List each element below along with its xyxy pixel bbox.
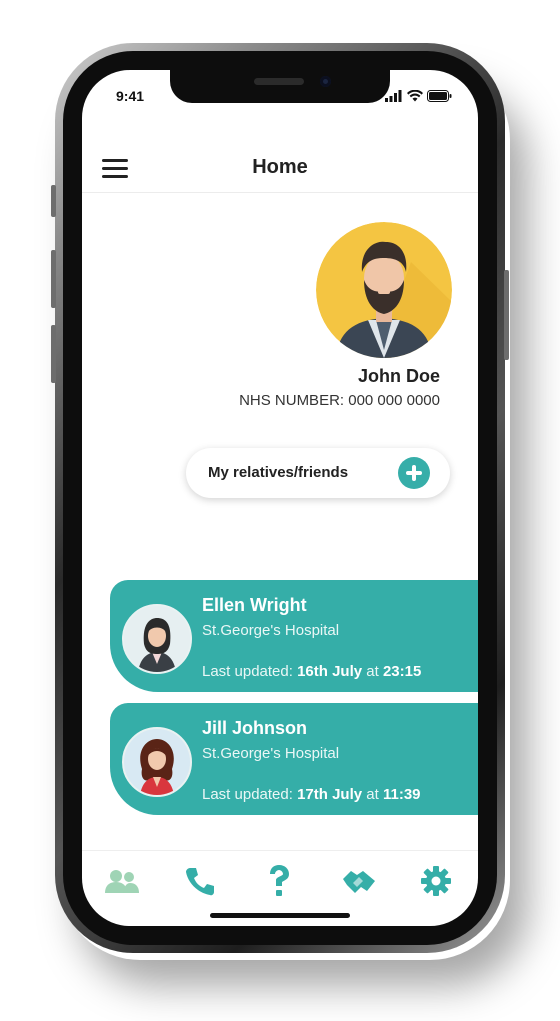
side-button <box>51 325 56 383</box>
side-button <box>51 250 56 308</box>
app-header: Home <box>82 130 478 193</box>
relatives-friends-button[interactable]: My relatives/friends <box>186 448 450 498</box>
bottom-tab-bar <box>82 850 478 911</box>
relatives-friends-label: My relatives/friends <box>208 464 349 481</box>
phone-icon[interactable] <box>180 863 220 899</box>
gear-icon[interactable] <box>416 863 456 899</box>
plus-icon[interactable] <box>398 457 430 489</box>
relative-last-updated: Last updated: 16th July at 23:15 <box>202 663 422 680</box>
relative-last-updated: Last updated: 17th July at 11:39 <box>202 786 421 803</box>
handshake-icon[interactable] <box>339 863 379 899</box>
phone-screen: 9:41 Home John Doe NHS NUMBER: 000 000 0… <box>82 70 478 926</box>
relative-hospital: St.George's Hospital <box>202 622 340 639</box>
nhs-number: NHS NUMBER: 000 000 0000 <box>239 392 440 409</box>
relative-card[interactable]: Ellen Wright St.George's Hospital Last u… <box>110 580 478 692</box>
relative-name: Jill Johnson <box>202 718 308 738</box>
notch <box>170 70 390 103</box>
relative-card[interactable]: Jill Johnson St.George's Hospital Last u… <box>110 703 478 815</box>
signal-icon <box>385 90 402 102</box>
front-camera <box>320 76 331 87</box>
page-title: Home <box>252 156 308 178</box>
home-indicator <box>210 913 350 918</box>
profile-avatar <box>316 222 452 358</box>
relative-name: Ellen Wright <box>202 595 307 615</box>
side-button <box>504 270 509 360</box>
wifi-icon <box>407 90 423 102</box>
side-button <box>51 185 56 217</box>
relative-avatar <box>122 727 192 797</box>
relative-hospital: St.George's Hospital <box>202 745 340 762</box>
people-icon[interactable] <box>102 863 142 899</box>
battery-icon <box>427 90 452 102</box>
question-icon[interactable] <box>259 863 299 899</box>
profile-name: John Doe <box>357 366 440 386</box>
relative-avatar <box>122 604 192 674</box>
speaker <box>254 78 304 85</box>
status-time: 9:41 <box>116 88 145 104</box>
status-icons <box>385 90 452 102</box>
